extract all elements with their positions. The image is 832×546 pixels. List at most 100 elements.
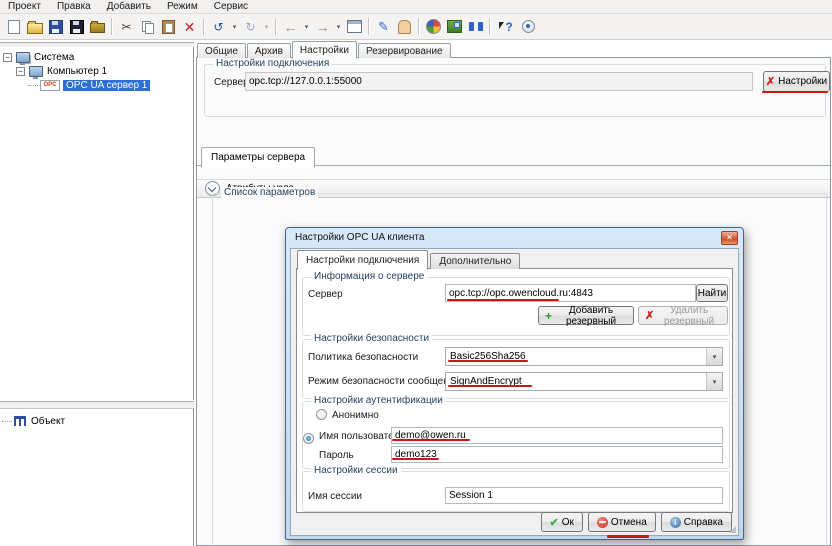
chevron-down-icon: ▾ (337, 23, 341, 31)
search-button[interactable] (465, 16, 486, 37)
server-settings-button[interactable]: ✗ Настройки (763, 71, 830, 92)
new-button[interactable] (3, 16, 24, 37)
button-label: Удалить резервный (657, 305, 721, 327)
cut-button[interactable]: ✂ (116, 16, 137, 37)
cut-icon: ✂ (121, 21, 131, 33)
forward-dropdown[interactable]: ▾ (333, 16, 344, 37)
menu-bar: Проект Правка Добавить Режим Сервис (0, 0, 832, 14)
dialog-close-button[interactable]: ✕ (721, 231, 738, 245)
run-project-button[interactable] (444, 16, 465, 37)
tab-settings[interactable]: Настройки (292, 41, 357, 59)
pan-mode-button[interactable] (394, 16, 415, 37)
menu-service[interactable]: Сервис (206, 1, 256, 12)
palette-button[interactable] (423, 16, 444, 37)
app-window: Проект Правка Добавить Режим Сервис ✂ ✕ … (0, 0, 832, 546)
collapse-box-icon[interactable]: − (3, 53, 12, 62)
check-icon: ✔ (550, 516, 559, 529)
tree-item-system[interactable]: − Система (3, 50, 74, 64)
copy-button[interactable] (137, 16, 158, 37)
username-input[interactable] (391, 427, 723, 444)
annotation-underline-settings-button (762, 91, 828, 93)
open-button[interactable] (24, 16, 45, 37)
password-input[interactable] (391, 446, 723, 463)
button-label: Найти (698, 288, 727, 299)
security-policy-select[interactable]: Basic256Sha256 ▾ (445, 347, 723, 366)
back-button[interactable]: ← (280, 16, 301, 37)
undo-button[interactable]: ↺ (208, 16, 229, 37)
cancel-button[interactable]: Отмена (588, 512, 656, 532)
menu-edit[interactable]: Правка (49, 1, 99, 12)
credentials-radio[interactable] (303, 433, 314, 444)
redo-dropdown[interactable]: ▾ (261, 16, 272, 37)
annotation-underline-security-mode (448, 385, 532, 387)
window-layout-button[interactable] (344, 16, 365, 37)
help-button[interactable]: i Справка (661, 512, 732, 532)
save-all-button[interactable] (66, 16, 87, 37)
session-name-input[interactable] (445, 487, 723, 504)
close-project-button[interactable] (87, 16, 108, 37)
tree-item-label: Компьютер 1 (47, 66, 107, 77)
tree-item-opc-server[interactable]: OPC OPC UA сервер 1 (28, 78, 150, 92)
tree-connector (2, 421, 12, 422)
add-backup-button[interactable]: + Добавить резервный (538, 306, 634, 325)
button-label: Отмена (611, 517, 647, 528)
paste-button[interactable] (158, 16, 179, 37)
back-dropdown[interactable]: ▾ (301, 16, 312, 37)
new-document-icon (8, 20, 20, 34)
delete-button[interactable]: ✕ (179, 16, 200, 37)
redo-button[interactable]: ↻ (240, 16, 261, 37)
resize-grip[interactable] (729, 526, 736, 533)
tab-general[interactable]: Общие (197, 43, 246, 58)
tab-server-parameters[interactable]: Параметры сервера (201, 147, 315, 168)
whats-this-icon: ? (499, 20, 512, 34)
remove-backup-button[interactable]: ✗ Удалить резервный (638, 306, 728, 325)
dialog-title: Настройки OPC UA клиента (295, 232, 424, 243)
palette-icon (426, 19, 441, 34)
forward-button[interactable]: → (312, 16, 333, 37)
chevron-down-icon[interactable]: ▾ (706, 348, 722, 365)
annotation-underline-username (392, 439, 470, 441)
ok-button[interactable]: ✔ Ок (541, 512, 583, 532)
undo-icon: ↺ (213, 21, 223, 33)
collapse-box-icon[interactable]: − (16, 67, 25, 76)
menu-mode[interactable]: Режим (159, 1, 206, 12)
edit-mode-button[interactable]: ✎ (373, 16, 394, 37)
chevron-down-icon[interactable]: ▾ (706, 373, 722, 390)
pencil-icon: ✎ (378, 20, 389, 33)
tree-item-computer[interactable]: − Компьютер 1 (16, 64, 107, 78)
cancel-icon (597, 517, 608, 528)
find-server-button[interactable]: Найти (696, 284, 728, 302)
dialog-tab-bar: Настройки подключения Дополнительно (297, 250, 522, 269)
anonymous-radio[interactable] (316, 409, 327, 420)
button-label: Ок (562, 517, 574, 528)
menu-add[interactable]: Добавить (99, 1, 159, 12)
tab-redundancy[interactable]: Резервирование (358, 43, 451, 58)
button-label: Добавить резервный (555, 305, 627, 327)
dialog-tab-connection[interactable]: Настройки подключения (297, 250, 428, 270)
save-icon (49, 20, 63, 34)
annotation-underline-password (392, 458, 439, 460)
hand-icon (398, 20, 411, 34)
back-arrow-icon: ← (284, 20, 298, 34)
server-url-input[interactable] (245, 72, 753, 91)
toolbar-separator (368, 18, 370, 35)
menu-project[interactable]: Проект (0, 1, 49, 12)
message-security-mode-label: Режим безопасности сообщений (308, 376, 460, 387)
button-label: Справка (684, 517, 723, 528)
whats-this-button[interactable]: ? (494, 16, 518, 37)
system-icon (16, 52, 30, 63)
undo-dropdown[interactable]: ▾ (229, 16, 240, 37)
tab-archive[interactable]: Архив (247, 43, 291, 58)
copy-icon (142, 21, 154, 33)
paste-icon (162, 20, 175, 34)
binoculars-icon (469, 21, 483, 32)
group-title: Настройки безопасности (311, 333, 432, 344)
help-icon: i (670, 517, 681, 528)
info-button[interactable] (518, 16, 539, 37)
dialog-tab-advanced[interactable]: Дополнительно (430, 253, 520, 269)
save-button[interactable] (45, 16, 66, 37)
tree-item-object[interactable]: Объект (2, 414, 65, 428)
message-security-mode-select[interactable]: SignAndEncrypt ▾ (445, 372, 723, 391)
session-name-label: Имя сессии (308, 491, 362, 502)
chevron-down-icon: ▾ (265, 23, 269, 31)
